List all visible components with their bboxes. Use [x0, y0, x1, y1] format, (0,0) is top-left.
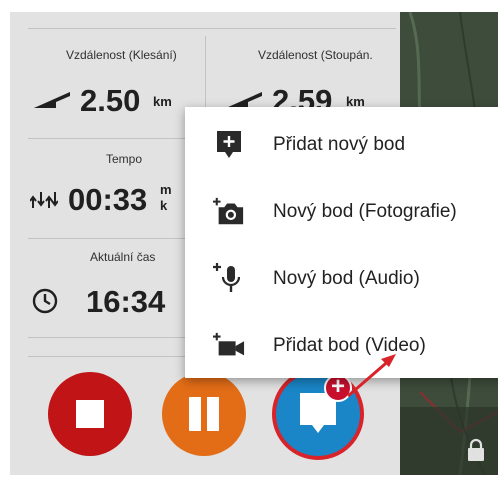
menu-item-add-point[interactable]: Přidat nový bod [185, 111, 498, 178]
add-point-menu: Přidat nový bod Nový bod (Fotografie) No… [185, 107, 498, 378]
add-video-icon [213, 330, 245, 362]
menu-item-label: Nový bod (Audio) [273, 267, 420, 289]
menu-item-add-video[interactable]: Přidat bod (Video) [185, 312, 498, 379]
add-waypoint-button[interactable]: + [272, 368, 364, 460]
menu-item-add-photo[interactable]: Nový bod (Fotografie) [185, 178, 498, 245]
pause-icon [189, 397, 219, 431]
pause-button[interactable] [162, 372, 246, 456]
stop-button[interactable] [48, 372, 132, 456]
menu-item-label: Přidat nový bod [273, 133, 406, 155]
app-screen: Vzdálenost (Klesání) 2.50 km Vzdálenost … [10, 12, 498, 475]
menu-item-label: Nový bod (Fotografie) [273, 200, 457, 222]
stop-icon [76, 400, 104, 428]
lock-icon[interactable] [466, 438, 486, 462]
add-photo-icon [213, 196, 245, 228]
menu-item-add-audio[interactable]: Nový bod (Audio) [185, 245, 498, 312]
menu-item-label: Přidat bod (Video) [273, 334, 426, 356]
add-point-icon [213, 129, 245, 161]
add-audio-icon [213, 262, 245, 295]
